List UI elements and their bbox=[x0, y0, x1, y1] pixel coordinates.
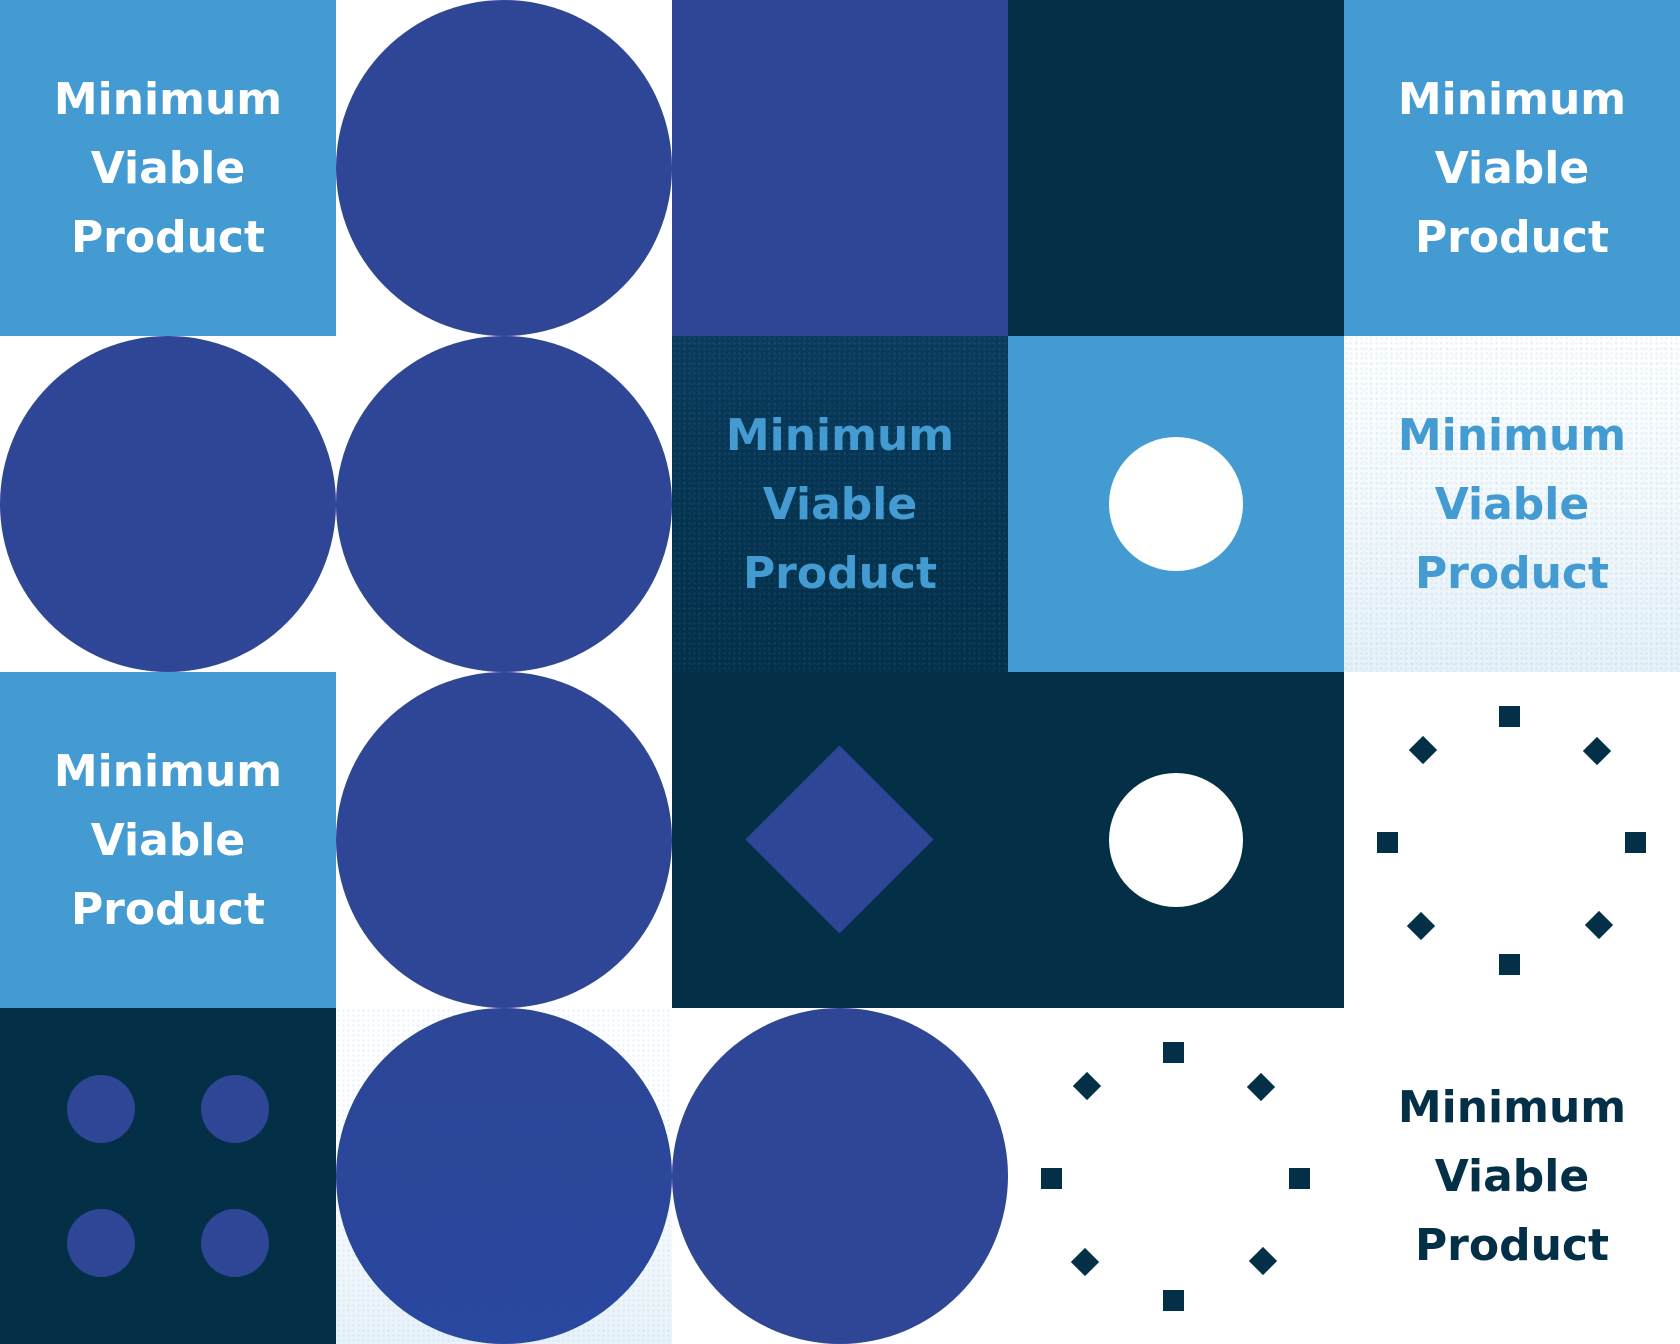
tile-text-r3c1: Minimum Viable Product bbox=[0, 672, 336, 1008]
square-marker bbox=[1625, 832, 1646, 853]
square-marker bbox=[1499, 706, 1520, 727]
tagline-line-3: Product bbox=[70, 883, 266, 935]
diamond-marker bbox=[1070, 1247, 1100, 1277]
dot-shape bbox=[67, 1209, 135, 1277]
white-dot-shape bbox=[1109, 773, 1243, 907]
tile-diamond-r3c3 bbox=[672, 672, 1008, 1008]
dot-shape bbox=[201, 1209, 269, 1277]
tagline-line-3: Product bbox=[742, 547, 938, 599]
tile-circle-r3c2 bbox=[336, 672, 672, 1008]
square-marker bbox=[1499, 954, 1520, 975]
circle-shape bbox=[672, 1008, 1008, 1344]
tile-circle-r2c2 bbox=[336, 336, 672, 672]
tagline-line-2: Viable bbox=[1434, 478, 1590, 530]
tile-text-r4c5: Minimum Viable Product bbox=[1344, 1008, 1680, 1344]
tagline-line-1: Minimum bbox=[1397, 1081, 1627, 1133]
tagline-text: Minimum Viable Product bbox=[1344, 0, 1680, 336]
tagline-text: Minimum Viable Product bbox=[672, 336, 1008, 672]
tile-marker-ring-r4c4 bbox=[1008, 1008, 1344, 1344]
tagline-line-2: Viable bbox=[1434, 142, 1590, 194]
circle-shape bbox=[0, 336, 336, 672]
square-marker bbox=[1377, 832, 1398, 853]
circle-shape bbox=[336, 1008, 672, 1344]
dot-shape bbox=[67, 1075, 135, 1143]
tagline-text: Minimum Viable Product bbox=[1344, 1008, 1680, 1344]
tagline-line-2: Viable bbox=[1434, 1150, 1590, 1202]
diamond-marker bbox=[1406, 911, 1436, 941]
tile-marker-ring-r3c5 bbox=[1344, 672, 1680, 1008]
tile-circle-r1c2 bbox=[336, 0, 672, 336]
diamond-marker bbox=[1246, 1072, 1276, 1102]
tile-circle-r2c1 bbox=[0, 336, 336, 672]
tile-text-r2c5: Minimum Viable Product bbox=[1344, 336, 1680, 672]
tagline-text: Minimum Viable Product bbox=[0, 0, 336, 336]
tile-text-r1c5: Minimum Viable Product bbox=[1344, 0, 1680, 336]
tile-circle-textured-r4c2 bbox=[336, 1008, 672, 1344]
circle-shape bbox=[336, 0, 672, 336]
square-marker bbox=[1163, 1290, 1184, 1311]
tagline-line-1: Minimum bbox=[725, 409, 955, 461]
tagline-line-1: Minimum bbox=[53, 73, 283, 125]
diamond-marker bbox=[1584, 910, 1614, 940]
tagline-text: Minimum Viable Product bbox=[1344, 336, 1680, 672]
tagline-text: Minimum Viable Product bbox=[0, 672, 336, 1008]
diamond-marker bbox=[1072, 1071, 1102, 1101]
circle-shape bbox=[336, 336, 672, 672]
tile-solid-navy-r1c4 bbox=[1008, 0, 1344, 336]
tagline-line-3: Product bbox=[1414, 211, 1610, 263]
tile-white-dot-r3c4 bbox=[1008, 672, 1344, 1008]
tagline-line-2: Viable bbox=[90, 142, 246, 194]
tagline-line-3: Product bbox=[1414, 1219, 1610, 1271]
tile-text-r1c1: Minimum Viable Product bbox=[0, 0, 336, 336]
tagline-line-1: Minimum bbox=[1397, 73, 1627, 125]
tagline-line-1: Minimum bbox=[53, 745, 283, 797]
diamond-marker bbox=[1582, 736, 1612, 766]
tile-four-dots-r4c1 bbox=[0, 1008, 336, 1344]
diamond-marker bbox=[1248, 1246, 1278, 1276]
dot-shape bbox=[201, 1075, 269, 1143]
tagline-line-2: Viable bbox=[762, 478, 918, 530]
circle-shape bbox=[336, 672, 672, 1008]
pattern-grid: Minimum Viable Product Minimum Viable Pr… bbox=[0, 0, 1680, 1344]
tile-solid-royal-blue-r1c3 bbox=[672, 0, 1008, 336]
tagline-line-1: Minimum bbox=[1397, 409, 1627, 461]
tile-text-r2c3: Minimum Viable Product bbox=[672, 336, 1008, 672]
white-dot-shape bbox=[1109, 437, 1243, 571]
tile-white-dot-r2c4 bbox=[1008, 336, 1344, 672]
square-marker bbox=[1041, 1168, 1062, 1189]
square-marker bbox=[1163, 1042, 1184, 1063]
square-marker bbox=[1289, 1168, 1310, 1189]
tagline-line-2: Viable bbox=[90, 814, 246, 866]
tagline-line-3: Product bbox=[70, 211, 266, 263]
diamond-shape bbox=[745, 745, 934, 934]
tagline-line-3: Product bbox=[1414, 547, 1610, 599]
tile-circle-r4c3 bbox=[672, 1008, 1008, 1344]
diamond-marker bbox=[1408, 735, 1438, 765]
